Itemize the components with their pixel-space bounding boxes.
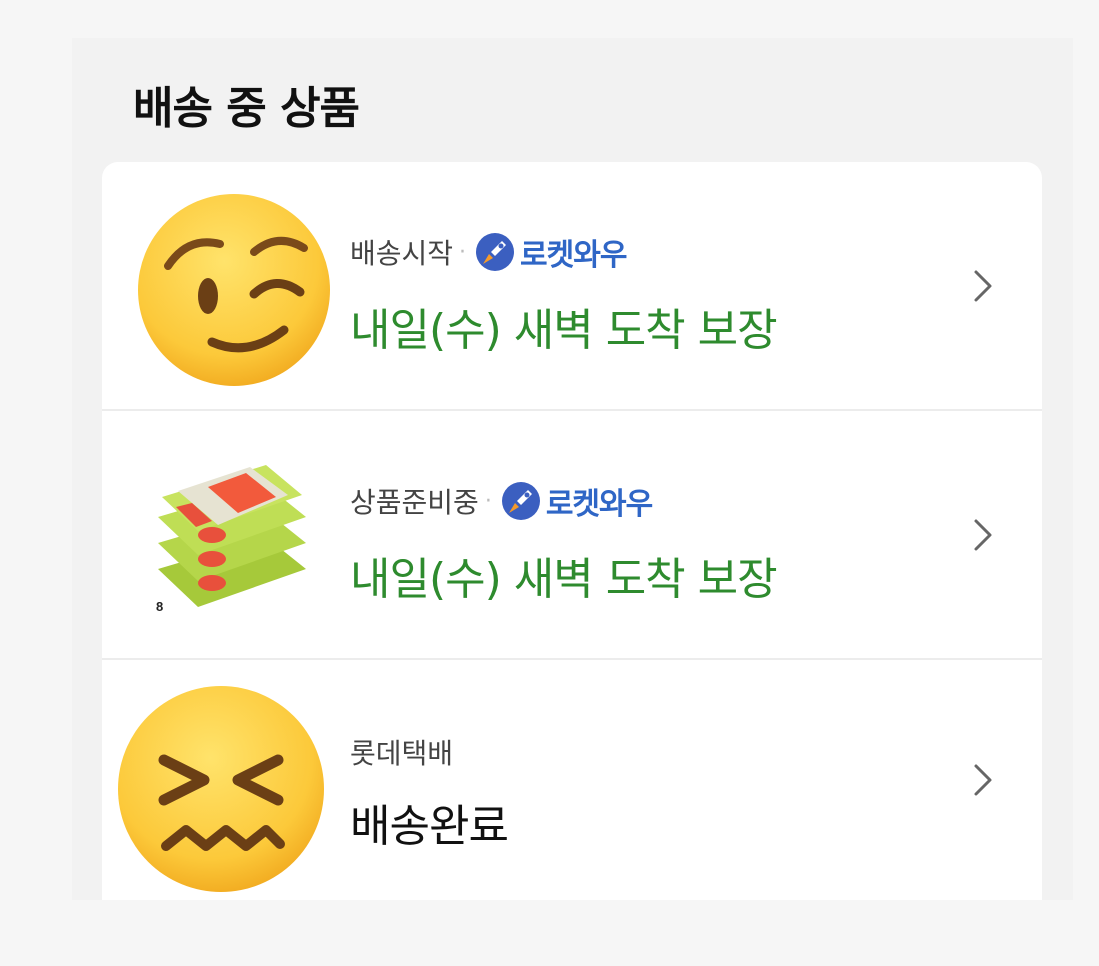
rocket-wow-label: 로켓와우 — [520, 238, 627, 273]
rocket-icon — [476, 233, 515, 271]
shipment-meta: 배송시작 · 로켓와우 — [350, 230, 627, 274]
rocket-wow-badge: 로켓와우 — [500, 479, 653, 523]
carrier-status: 상품준비중 — [350, 486, 479, 519]
shipment-meta: 롯데택배 — [350, 732, 453, 772]
package-count: 8 — [156, 599, 163, 614]
carrier-name: 롯데택배 — [350, 737, 454, 770]
rocket-icon — [501, 482, 540, 520]
rocket-wow-label: 로켓와우 — [545, 487, 653, 522]
delivery-status: 배송완료 — [350, 801, 509, 852]
shipment-list: 배송시작 · 로켓와우 내일(수) 새벽 도착 보장 8 상품준비중 · 로켓와… — [102, 162, 1042, 900]
shipment-meta: 상품준비중 · 로켓와우 — [350, 479, 653, 523]
chevron-right-icon — [974, 519, 992, 551]
chevron-right-icon — [974, 764, 992, 796]
delivery-status: 내일(수) 새벽 도착 보장 — [350, 554, 778, 605]
section-title: 배송 중 상품 — [133, 83, 360, 134]
rocket-wow-badge: 로켓와우 — [474, 230, 627, 274]
carrier-status: 배송시작 — [350, 237, 454, 270]
shipment-row[interactable]: 8 상품준비중 · 로켓와우 내일(수) 새벽 도착 보장 — [102, 411, 1042, 659]
wet-wipes-package-icon: 8 — [156, 465, 306, 614]
separator-dot: · — [484, 488, 492, 514]
shipment-row[interactable]: 배송시작 · 로켓와우 내일(수) 새벽 도착 보장 — [102, 162, 1042, 410]
separator-dot: · — [459, 239, 467, 265]
winking-face-icon — [138, 194, 330, 386]
chevron-right-icon — [974, 270, 992, 302]
shipment-row[interactable]: 롯데택배 배송완료 — [102, 660, 1042, 900]
delivery-status: 내일(수) 새벽 도착 보장 — [350, 305, 778, 356]
confounded-face-icon — [118, 686, 324, 892]
